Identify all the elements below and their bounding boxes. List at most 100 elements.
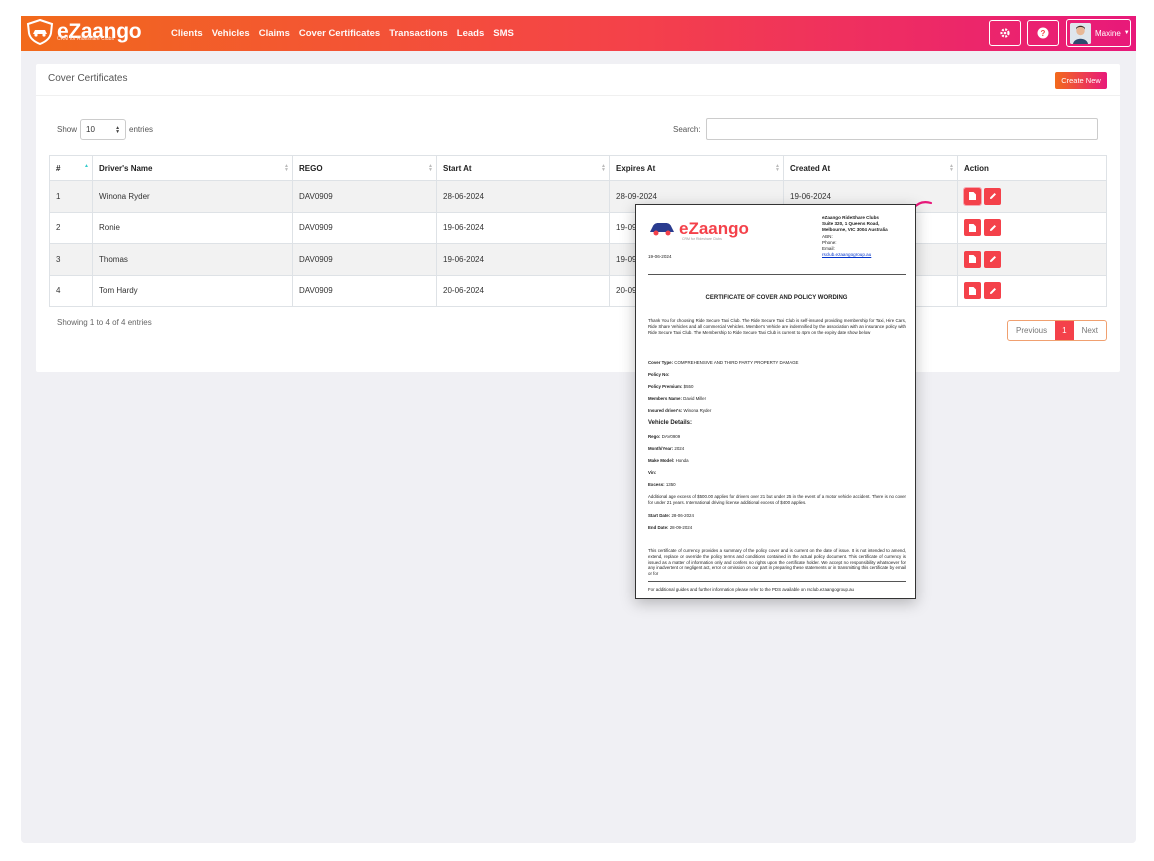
entries-select[interactable]: 10 ▲ ▼ [80,119,127,140]
cell-rego: DAV0909 [292,274,437,307]
pencil-icon [989,193,996,200]
cell-rego: DAV0909 [292,211,437,244]
entries-label: entries [129,125,154,134]
address-line-1: Suite 320, 1 Queens Road, [822,221,880,227]
header-expires-at[interactable]: Expires At ▲ ▼ [609,155,784,181]
header-driver-name[interactable]: Driver's Name ▲ ▼ [92,155,293,181]
policy-no: Policy No: [648,372,670,377]
nav-vehicles[interactable]: Vehicles [212,28,250,39]
settings-button[interactable] [989,20,1021,46]
footer-divider [648,581,906,582]
pencil-icon [989,256,996,263]
header-action: Action [957,155,1107,181]
logo-tagline: CRM for Rideshare Clubs [57,36,114,42]
gear-icon [1000,28,1010,38]
month-year: Month/Year: 2024 [648,446,685,451]
make-model: Make Model: Honda [648,458,689,463]
cell-number: 2 [49,211,93,244]
cell-start-at: 19-06-2024 [436,243,610,276]
shield-car-icon [26,19,54,45]
certificate-disclaimer: This certificate of currency provides a … [648,548,906,577]
search-input[interactable] [705,118,1098,140]
page-1-button[interactable]: 1 [1055,321,1074,340]
cell-start-at: 19-06-2024 [436,211,610,244]
end-date: End Date: 28-09-2024 [648,525,693,530]
view-certificate-button[interactable] [963,186,982,206]
certificate-logo-tagline: CRM for Rideshare Clubs [682,237,722,241]
edit-button[interactable] [984,282,1001,300]
nav-leads[interactable]: Leads [457,28,484,39]
search-label: Search: [673,124,701,134]
pencil-icon [989,224,996,231]
table-row: 3 Thomas DAV0909 19-06-2024 19-09 [49,243,1107,276]
header-number[interactable]: # ▲ [49,155,93,181]
cell-driver-name: Winona Ryder [92,180,293,213]
abn: ABN: [822,233,833,239]
table-row: 1 Winona Ryder DAV0909 28-06-2024 28-09-… [49,180,1107,213]
help-button[interactable]: ? [1027,20,1059,46]
sort-icon: ▲ ▼ [949,163,954,173]
certificate-heading: CERTIFICATE OF COVER AND POLICY WORDING [705,295,848,301]
phone: Phone: [822,239,837,245]
cell-actions [957,243,1107,276]
certificate-divider [648,274,906,275]
sort-icon: ▲ ▼ [428,163,433,173]
certificate-intro: Thank You for choosing Ride Secure Taxi … [648,318,906,335]
org-name: eZaango RideShare Clubs [822,215,879,220]
cell-rego: DAV0909 [292,180,437,213]
cell-start-at: 20-06-2024 [436,274,610,307]
nav-clients[interactable]: Clients [171,28,203,39]
table-info: Showing 1 to 4 of 4 entries [57,318,152,327]
svg-text:?: ? [1041,29,1046,38]
question-icon: ? [1037,27,1049,39]
policy-premium: Policy Premium: $550 [648,384,694,389]
entries-length-control: Show 10 ▲ ▼ entries [57,119,153,140]
table-search: Search: [673,118,1098,140]
edit-button[interactable] [984,187,1001,205]
nav-claims[interactable]: Claims [259,28,290,39]
cell-actions [957,211,1107,244]
car-icon [650,223,674,236]
view-certificate-button[interactable] [964,250,981,268]
document-icon [969,286,976,295]
cell-driver-name: Thomas [92,243,293,276]
certificate-preview: eZaango CRM for Rideshare Clubs eZaango … [635,204,916,599]
edit-button[interactable] [984,250,1001,268]
cell-rego: DAV0909 [292,243,437,276]
header-start-at[interactable]: Start At ▲ ▼ [436,155,610,181]
table-row: 2 Ronie DAV0909 19-06-2024 19-09 [49,211,1107,244]
cover-type: Cover Type: COMPREHENSIVE AND THIRD PART… [648,360,799,365]
cell-number: 3 [49,243,93,276]
vehicle-details-heading: Vehicle Details: [648,420,693,426]
certificate-date: 19-06-2024 [648,254,672,259]
entries-value: 10 [86,125,95,134]
certificate-footer: For additional guides and further inform… [648,587,854,592]
certificates-card: Cover Certificates Create New Show 10 ▲ ▼… [36,64,1120,372]
sort-icon: ▲ ▼ [284,163,289,173]
edit-button[interactable] [984,219,1001,237]
cell-driver-name: Ronie [92,211,293,244]
next-page-button[interactable]: Next [1074,321,1106,340]
certificate-logo-text: eZaango [679,219,749,238]
table-header-row: # ▲ Driver's Name ▲ ▼ REGO ▲ ▼ Start At ▲ ▼ Exp… [49,155,1107,181]
top-navbar: eZaango CRM for Rideshare Clubs Clients … [21,16,1136,51]
user-menu-button[interactable]: Maxine ▼ [1066,19,1131,47]
email: Email: [822,246,835,252]
create-new-button[interactable]: Create New [1055,72,1107,89]
address-line-2: Melbourne, VIC 3004 Australia [822,227,888,233]
avatar [1070,22,1091,44]
nav-cover-certificates[interactable]: Cover Certificates [299,28,380,39]
email-link[interactable]: rsclub.ezaangogroup.au [822,252,871,257]
view-certificate-button[interactable] [964,282,981,300]
header-created-at[interactable]: Created At ▲ ▼ [783,155,958,181]
view-certificate-button[interactable] [964,219,981,237]
nav-sms[interactable]: SMS [493,28,514,39]
nav-transactions[interactable]: Transactions [389,28,448,39]
header-rego[interactable]: REGO ▲ ▼ [292,155,437,181]
card-divider [36,95,1120,96]
cell-actions [957,180,1107,213]
certificate-logo: eZaango [648,219,749,239]
document-icon [969,192,976,201]
previous-page-button[interactable]: Previous [1008,321,1055,340]
show-label: Show [57,125,78,134]
